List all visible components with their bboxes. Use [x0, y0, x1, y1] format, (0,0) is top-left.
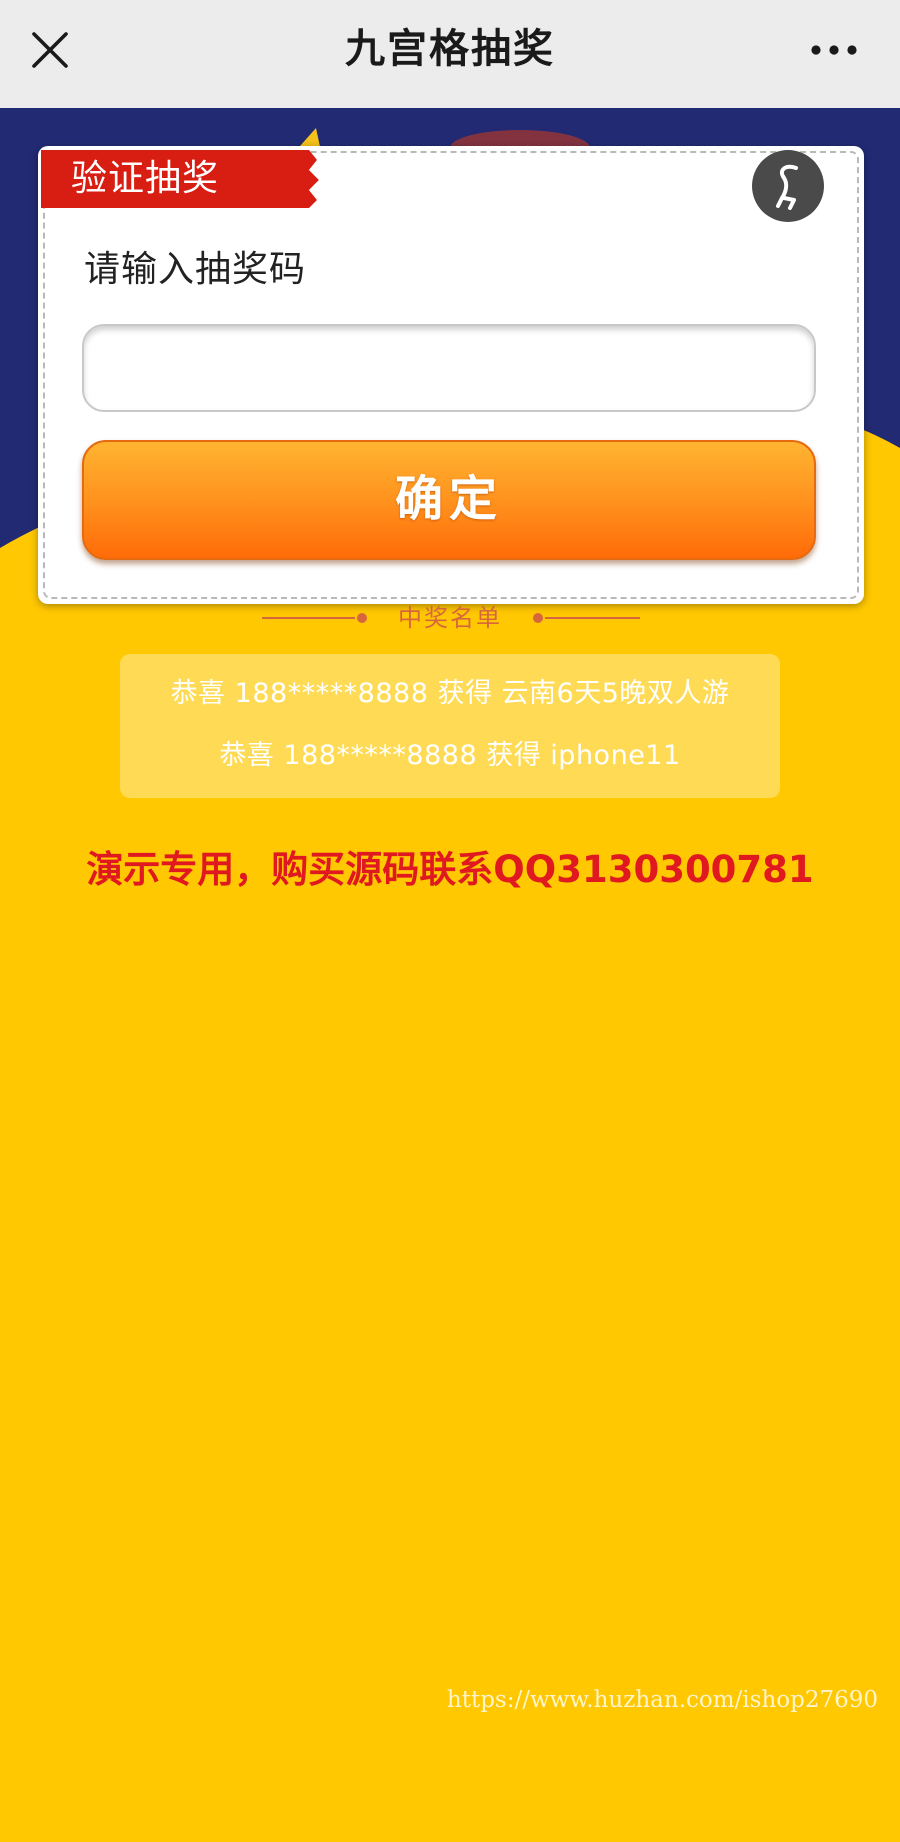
- modal-close-icon: [776, 164, 798, 210]
- modal-ribbon: 验证抽奖: [41, 150, 341, 208]
- confirm-button[interactable]: 确定: [82, 440, 816, 560]
- modal-title: 验证抽奖: [71, 158, 220, 199]
- draw-code-input[interactable]: [82, 324, 816, 412]
- page-title: 九宫格抽奖: [345, 26, 555, 72]
- demo-notice: 演示专用，购买源码联系QQ3130300781: [86, 848, 814, 891]
- watermark: https://www.huzhan.com/ishop27690: [446, 1687, 878, 1713]
- winners-header: 中奖名单: [0, 598, 900, 638]
- list-item: 恭喜 188*****8888 获得 云南6天5晚双人游: [170, 678, 730, 709]
- winners-list: 恭喜 188*****8888 获得 云南6天5晚双人游 恭喜 188*****…: [120, 654, 780, 798]
- verify-draw-modal: 验证抽奖 请输入抽奖码 确定: [38, 146, 864, 604]
- draw-code-label: 请输入抽奖码: [84, 249, 307, 290]
- top-nav-bar: 九宫格抽奖: [0, 0, 900, 108]
- list-item: 恭喜 188*****8888 获得 iphone11: [219, 740, 681, 771]
- winners-title: 中奖名单: [398, 604, 502, 632]
- modal-close-button[interactable]: [752, 150, 824, 222]
- more-dots-icon[interactable]: [810, 36, 858, 64]
